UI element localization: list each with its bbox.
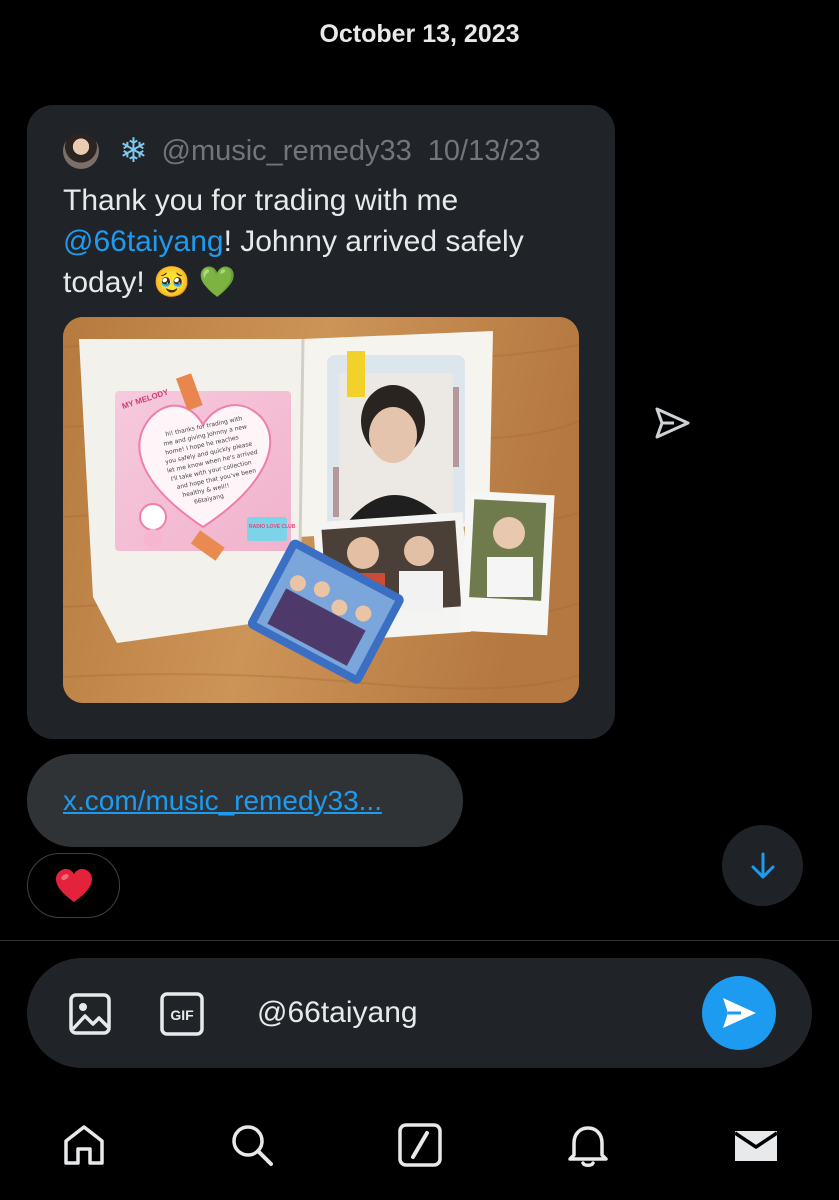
grok-icon[interactable] (396, 1121, 444, 1169)
search-icon[interactable] (228, 1121, 276, 1169)
post-text-before: Thank you for trading with me (63, 184, 459, 217)
post-photo-illustration: MY MELODY hi! thanks for trading with me… (63, 317, 579, 703)
arrow-down-icon (751, 852, 774, 878)
message-input[interactable] (257, 990, 677, 1036)
post-text: Thank you for trading with me @66taiyang… (63, 180, 583, 303)
quoted-post-card[interactable]: ❄ @music_remedy33 10/13/23 Thank you for… (27, 105, 615, 739)
home-icon[interactable] (60, 1121, 108, 1169)
pink-note-card: MY MELODY hi! thanks for trading with me… (115, 373, 296, 561)
message-composer: GIF (27, 958, 812, 1068)
bottom-navigation (0, 1090, 839, 1200)
share-send-outline-icon[interactable] (652, 403, 692, 443)
red-heart-icon (55, 868, 92, 902)
post-photo[interactable]: MY MELODY hi! thanks for trading with me… (63, 317, 579, 703)
send-button[interactable] (702, 976, 776, 1050)
conversation-date-header: October 13, 2023 (319, 20, 520, 48)
scroll-to-bottom-button[interactable] (722, 825, 803, 906)
heart-reaction[interactable] (27, 853, 120, 918)
post-date: 10/13/23 (427, 134, 541, 167)
mention-link[interactable]: @66taiyang (63, 225, 224, 258)
sticker-text: RADIO LOVE CLUB (249, 524, 296, 530)
send-icon (723, 998, 756, 1028)
avatar[interactable] (63, 133, 99, 169)
composer-divider (0, 940, 839, 941)
snowflake-icon: ❄ (119, 132, 148, 170)
image-icon[interactable] (67, 991, 113, 1037)
author-handle[interactable]: @music_remedy33 (162, 135, 412, 168)
mail-icon[interactable] (732, 1121, 780, 1169)
bell-icon[interactable] (564, 1121, 612, 1169)
svg-text:GIF: GIF (170, 1007, 194, 1023)
shared-link[interactable]: x.com/music_remedy33... (63, 785, 382, 817)
link-message-bubble[interactable]: x.com/music_remedy33... (27, 754, 463, 847)
quoted-post-header: ❄ @music_remedy33 10/13/23 (63, 133, 541, 169)
photocard-toploader (327, 351, 465, 527)
gif-icon[interactable]: GIF (159, 991, 205, 1037)
